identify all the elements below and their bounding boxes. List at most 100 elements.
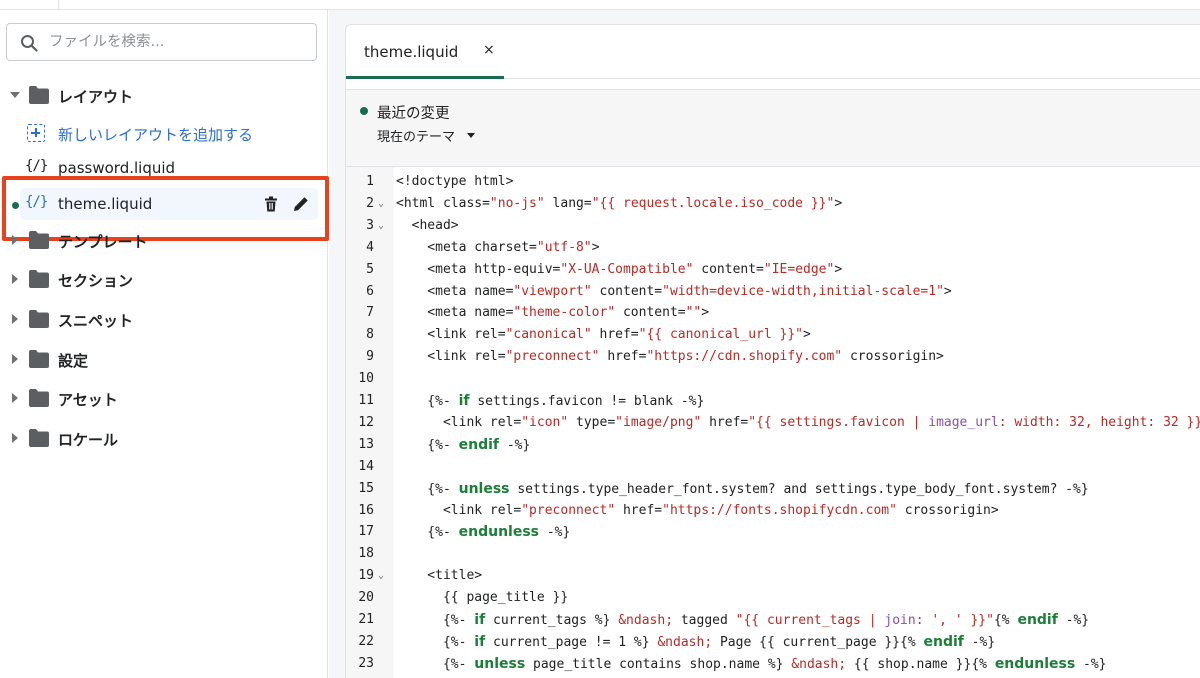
tab-bar: theme.liquid × [346, 25, 1200, 79]
chevron-right-icon[interactable] [12, 354, 18, 364]
line-number: 18 [358, 546, 374, 562]
code-text: {{ page_title }} [396, 590, 569, 606]
chevron-right-icon[interactable] [12, 393, 18, 403]
trash-icon[interactable] [262, 195, 280, 213]
line-number: 4 [366, 239, 374, 255]
code-line[interactable]: 8 <link rel="canonical" href="{{ canonic… [346, 324, 1200, 346]
code-line[interactable]: 23 {%- unless page_title contains shop.n… [346, 653, 1200, 675]
code-line[interactable]: 7 <meta name="theme-color" content=""> [346, 302, 1200, 324]
code-line[interactable]: 5 <meta http-equiv="X-UA-Compatible" con… [346, 259, 1200, 281]
search-box[interactable] [6, 23, 317, 61]
file-panel: 最近の変更 現在のテーマ 1 <!doctype html> 2 ⌄ <html cla… [346, 89, 1200, 678]
search-input[interactable] [49, 32, 304, 52]
fold-chevron-icon[interactable]: ⌄ [378, 215, 384, 237]
code-text: <link rel="preconnect" href="https://fon… [396, 502, 999, 518]
code-line[interactable]: 11 {%- if settings.favicon != blank -%} [346, 390, 1200, 412]
code-line[interactable]: 16 <link rel="preconnect" href="https://… [346, 500, 1200, 522]
modified-indicator [12, 202, 19, 209]
fold-chevron-icon[interactable]: ⌄ [378, 565, 384, 587]
folder-icon [29, 310, 49, 328]
folder-sections[interactable]: セクション [0, 263, 328, 295]
code-line[interactable]: 15 {%- unless settings.type_header_font.… [346, 478, 1200, 500]
line-number: 3 [366, 217, 374, 233]
line-number: 21 [358, 612, 374, 627]
code-line[interactable]: 3 ⌄ <head> [346, 215, 1200, 237]
code-line[interactable]: 1 <!doctype html> [346, 171, 1200, 193]
tab-theme-liquid[interactable]: theme.liquid × [346, 25, 504, 79]
line-number: 23 [358, 655, 374, 671]
line-number: 1 [366, 174, 374, 189]
folder-templates[interactable]: テンプレート [0, 224, 328, 256]
folder-config[interactable]: 設定 [0, 343, 328, 375]
code-text: <meta charset="utf-8"> [396, 239, 600, 255]
chevron-down-icon[interactable] [10, 92, 20, 98]
file-label: theme.liquid [58, 195, 153, 213]
close-icon[interactable]: × [483, 42, 495, 58]
code-editor[interactable]: 1 <!doctype html> 2 ⌄ <html class="no-js" la… [346, 166, 1200, 678]
editor-area: theme.liquid × 最近の変更 現在のテーマ 1 <!doctype h… [329, 10, 1200, 678]
folder-icon [29, 389, 49, 407]
folder-label: アセット [58, 391, 118, 409]
file-item-theme[interactable]: {/} theme.liquid [0, 188, 328, 220]
chevron-right-icon[interactable] [12, 314, 18, 324]
line-number: 10 [358, 371, 374, 387]
folder-icon [29, 270, 49, 288]
line-number: 16 [358, 502, 374, 518]
code-line[interactable]: 4 <meta charset="utf-8"> [346, 237, 1200, 259]
version-selector[interactable]: 現在のテーマ [377, 126, 455, 145]
line-number: 8 [366, 327, 374, 343]
chevron-right-icon[interactable] [12, 274, 18, 284]
chevron-right-icon[interactable] [12, 235, 18, 245]
line-number: 14 [358, 458, 374, 474]
code-text: {%- unless settings.type_header_font.sys… [396, 480, 1089, 497]
code-line[interactable]: 21 {%- if current_tags %} &ndash; tagged… [346, 609, 1200, 631]
folder-label: セクション [58, 272, 134, 290]
status-label: 最近の変更 [377, 106, 450, 122]
add-layout-link[interactable]: 新しいレイアウトを追加する [0, 117, 328, 149]
code-line[interactable]: 12 <link rel="icon" type="image/png" hre… [346, 412, 1200, 434]
folder-assets[interactable]: アセット [0, 382, 328, 414]
line-number: 17 [358, 524, 374, 540]
folder-layout[interactable]: レイアウト [0, 79, 328, 111]
code-text: {%- if current_page != 1 %} &ndash; Page… [396, 633, 996, 650]
folder-locales[interactable]: ロケール [0, 422, 328, 454]
code-text: {%- unless page_title contains shop.name… [396, 655, 1107, 672]
code-line[interactable]: 20 {{ page_title }} [346, 587, 1200, 609]
pencil-icon[interactable] [292, 195, 310, 213]
line-number: 7 [366, 305, 374, 321]
top-bar [0, 0, 1200, 10]
code-line[interactable]: 9 <link rel="preconnect" href="https://c… [346, 346, 1200, 368]
code-text: <link rel="preconnect" href="https://cdn… [396, 349, 944, 365]
line-number: 6 [366, 283, 374, 299]
line-number: 11 [358, 393, 374, 408]
tab-label: theme.liquid [364, 43, 459, 61]
editor-card: theme.liquid × 最近の変更 現在のテーマ 1 <!doctype h… [345, 24, 1200, 678]
code-text: <head> [396, 217, 459, 233]
fold-chevron-icon[interactable]: ⌄ [378, 193, 384, 215]
folder-snippets[interactable]: スニペット [0, 303, 328, 335]
code-line[interactable]: 18 [346, 543, 1200, 565]
code-line[interactable]: 17 {%- endunless -%} [346, 521, 1200, 543]
code-line[interactable]: 13 {%- endif -%} [346, 434, 1200, 456]
folder-label: レイアウト [58, 88, 134, 106]
line-number: 15 [358, 480, 374, 496]
code-text: <!doctype html> [396, 174, 514, 189]
code-line[interactable]: 14 [346, 456, 1200, 478]
add-layout-label[interactable]: 新しいレイアウトを追加する [58, 124, 253, 145]
code-line[interactable]: 22 {%- if current_page != 1 %} &ndash; P… [346, 631, 1200, 653]
folder-icon [29, 350, 49, 368]
code-line[interactable]: 19 ⌄ <title> [346, 565, 1200, 587]
code-line[interactable]: 6 <meta name="viewport" content="width=d… [346, 281, 1200, 303]
code-line[interactable]: 10 [346, 368, 1200, 390]
folder-icon [29, 231, 49, 249]
folder-label: テンプレート [58, 233, 148, 251]
code-line[interactable]: 2 ⌄ <html class="no-js" lang="{{ request.l… [346, 193, 1200, 215]
search-icon [21, 35, 38, 52]
line-number: 13 [358, 436, 374, 452]
file-item-password[interactable]: {/} password.liquid [0, 152, 328, 184]
status-dot [360, 107, 368, 115]
folder-icon [29, 429, 49, 447]
chevron-right-icon[interactable] [12, 433, 18, 443]
chevron-down-icon[interactable] [467, 133, 475, 138]
code-text: <meta name="theme-color" content=""> [396, 305, 710, 321]
